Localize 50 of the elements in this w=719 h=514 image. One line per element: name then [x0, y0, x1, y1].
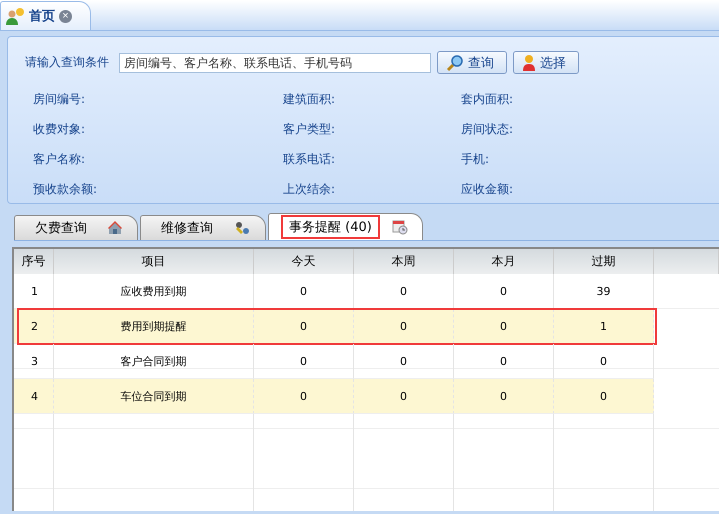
column-header[interactable]: 本周 [354, 249, 454, 274]
field-label: 客户名称: [33, 151, 86, 168]
field-label: 客户类型: [283, 121, 336, 138]
table-cell: 0 [454, 379, 554, 414]
table-cell: 0 [354, 274, 454, 309]
table-cell: 0 [254, 309, 354, 344]
field-label: 收费对象: [33, 121, 86, 138]
field-label: 应收金额: [461, 181, 514, 198]
table-cell: 4 [14, 379, 54, 414]
tab[interactable]: 维修查询 [140, 215, 266, 240]
table-cell: 车位合同到期 [54, 379, 254, 414]
person-icon [522, 54, 536, 72]
field-label: 建筑面积: [283, 91, 336, 108]
field-label: 房间编号: [33, 91, 86, 108]
table-cell: 应收费用到期 [54, 274, 254, 309]
tab[interactable]: 欠费查询 [14, 215, 138, 240]
page-tab-title[interactable]: 首页 [29, 7, 55, 25]
column-header[interactable]: 过期 [554, 249, 654, 274]
table-cell: 0 [454, 309, 554, 344]
search-icon [446, 54, 464, 72]
field-label: 套内面积: [461, 91, 514, 108]
query-label: 请输入查询条件 [25, 54, 110, 71]
column-header[interactable]: 今天 [254, 249, 354, 274]
table-cell: 0 [354, 309, 454, 344]
field-label: 预收款余额: [33, 181, 98, 198]
table-cell: 0 [354, 379, 454, 414]
table-cell: 费用到期提醒 [54, 309, 254, 344]
calendar-clock-icon [392, 219, 408, 235]
select-button[interactable]: 选择 [513, 51, 579, 74]
column-header[interactable]: 项目 [54, 249, 254, 274]
column-header[interactable]: 序号 [14, 249, 54, 274]
table-cell: 0 [554, 379, 654, 414]
field-label: 手机: [461, 151, 490, 168]
search-field[interactable]: 房间编号、客户名称、联系电话、手机号码 [119, 52, 431, 72]
table-cell: 1 [554, 309, 654, 344]
search-button[interactable]: 查询 [437, 51, 507, 74]
table-cell: 39 [554, 274, 654, 309]
column-header[interactable]: 本月 [454, 249, 554, 274]
table-cell: 0 [454, 274, 554, 309]
tab[interactable]: 事务提醒 (40) [268, 213, 423, 240]
close-button[interactable]: × [59, 10, 72, 22]
table-cell: 0 [254, 274, 354, 309]
tools-icon [233, 220, 251, 236]
table-cell: 2 [14, 309, 54, 344]
field-label: 上次结余: [283, 181, 336, 198]
house-icon [107, 220, 123, 236]
field-label: 联系电话: [283, 151, 336, 168]
table-cell: 0 [254, 379, 354, 414]
field-label: 房间状态: [461, 121, 514, 138]
user-icon [5, 7, 25, 25]
